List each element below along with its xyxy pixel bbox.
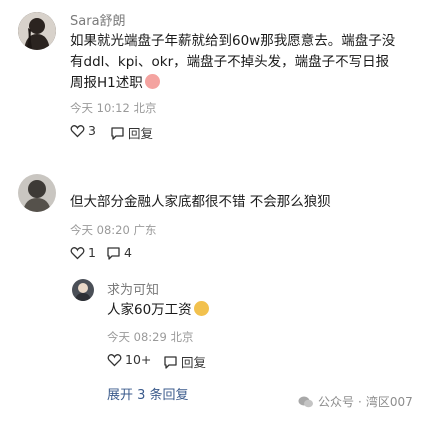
- comment-text: 但大部分金融人家底都很不错 不会那么狼狈: [70, 194, 331, 210]
- comment-timestamp: 今天 08:20 广东: [70, 223, 157, 237]
- comment-timestamp: 今天 10:12 北京: [70, 101, 157, 115]
- watermark-author: 湾区007: [365, 395, 413, 409]
- like-count: 1: [88, 245, 96, 260]
- watermark-separator: ·: [358, 394, 362, 409]
- wechat-icon: [298, 396, 313, 407]
- comment-text: 如果就光端盘子年薪就给到60w那我愿意去。端盘子没 有ddl、kpi、okr，端…: [70, 31, 420, 94]
- reply-text: 人家60万工资: [107, 300, 209, 321]
- like-button[interactable]: 3: [70, 123, 96, 138]
- heart-icon: [107, 353, 122, 366]
- reply-button[interactable]: 回复: [163, 352, 206, 371]
- reply-button[interactable]: 回复: [110, 123, 153, 142]
- watermark: 公众号 · 湾区007: [298, 393, 413, 410]
- comment-icon: [107, 246, 120, 260]
- avatar[interactable]: [18, 174, 56, 212]
- heart-icon: [70, 246, 85, 259]
- reply-count-button[interactable]: 4: [106, 245, 132, 260]
- watermark-source: 公众号: [318, 395, 355, 409]
- expand-replies-link[interactable]: 展开 3 条回复: [107, 384, 189, 403]
- reply-label: 回复: [128, 126, 154, 141]
- comment-icon: [111, 126, 124, 140]
- comment-text-line: 周报H1述职: [70, 73, 420, 94]
- avatar[interactable]: [18, 12, 56, 50]
- like-button[interactable]: 1: [70, 245, 96, 260]
- like-count: 10+: [125, 352, 152, 367]
- comment-text-fragment: 周报H1述职: [70, 75, 143, 91]
- like-count: 3: [88, 123, 96, 138]
- comment-icon: [164, 355, 177, 369]
- reply-username[interactable]: 求为可知: [107, 279, 159, 298]
- heart-icon: [70, 124, 85, 137]
- comment-username[interactable]: Sara舒朗: [70, 10, 126, 29]
- emoji-icon: [193, 301, 209, 316]
- reply-count: 4: [124, 245, 132, 260]
- reply-label: 回复: [181, 355, 207, 370]
- avatar[interactable]: [72, 279, 94, 301]
- like-button[interactable]: 10+: [107, 352, 151, 367]
- comment-text-line: 有ddl、kpi、okr，端盘子不掉头发，端盘子不写日报: [70, 54, 390, 70]
- reply-timestamp: 今天 08:29 北京: [107, 330, 194, 344]
- emoji-icon: [144, 74, 160, 89]
- reply-text-fragment: 人家60万工资: [107, 302, 192, 318]
- comment-text-line: 如果就光端盘子年薪就给到60w那我愿意去。端盘子没: [70, 33, 396, 49]
